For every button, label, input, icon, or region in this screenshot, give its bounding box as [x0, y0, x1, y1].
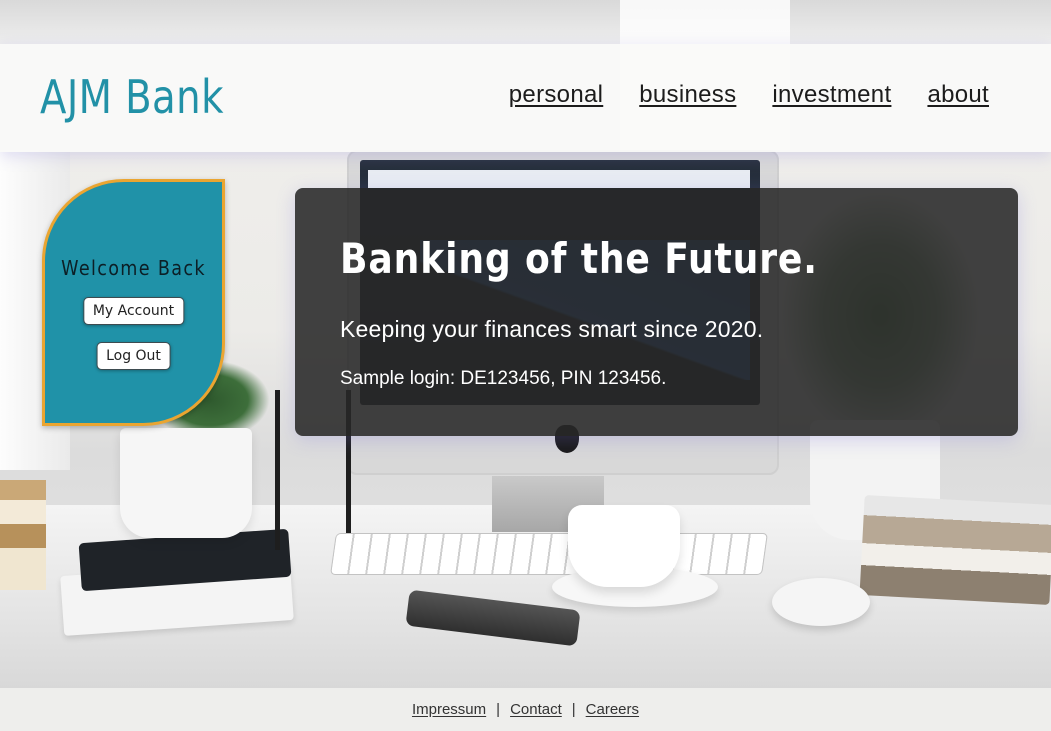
welcome-heading: Welcome Back	[61, 256, 206, 280]
footer-link-careers[interactable]: Careers	[586, 701, 639, 718]
footer-separator: |	[496, 701, 501, 718]
bank-logo[interactable]: AJM Bank	[40, 70, 224, 124]
keyboard	[330, 533, 768, 575]
nav-link-investment[interactable]: investment	[772, 81, 891, 109]
ceiling	[0, 0, 1051, 44]
welcome-card: Welcome Back My Account Log Out	[42, 179, 225, 426]
footer-link-contact[interactable]: Contact	[510, 701, 562, 718]
footer-separator: |	[571, 701, 576, 718]
book-stack-left	[0, 480, 46, 590]
monitor-screen-bar	[368, 170, 750, 188]
main-nav: personal business investment about	[509, 81, 989, 109]
mouse	[772, 578, 870, 626]
books-right	[859, 495, 1051, 605]
nav-link-about[interactable]: about	[927, 81, 989, 109]
nav-link-personal[interactable]: personal	[509, 81, 603, 109]
footer-link-impressum[interactable]: Impressum	[412, 701, 486, 718]
hero-tagline: Keeping your finances smart since 2020.	[340, 316, 764, 342]
site-footer: Impressum | Contact | Careers	[0, 688, 1051, 731]
hero-title: Banking of the Future.	[340, 234, 818, 283]
my-account-button[interactable]: My Account	[82, 297, 185, 325]
sample-login-text: Sample login: DE123456, PIN 123456.	[340, 368, 667, 389]
plant-pot-left	[120, 428, 252, 538]
nav-link-business[interactable]: business	[639, 81, 736, 109]
coffee-cup	[568, 505, 680, 587]
hero-banner: Banking of the Future. Keeping your fina…	[295, 188, 1018, 436]
site-header: AJM Bank personal business investment ab…	[0, 44, 1051, 152]
logout-button[interactable]: Log Out	[96, 342, 171, 370]
